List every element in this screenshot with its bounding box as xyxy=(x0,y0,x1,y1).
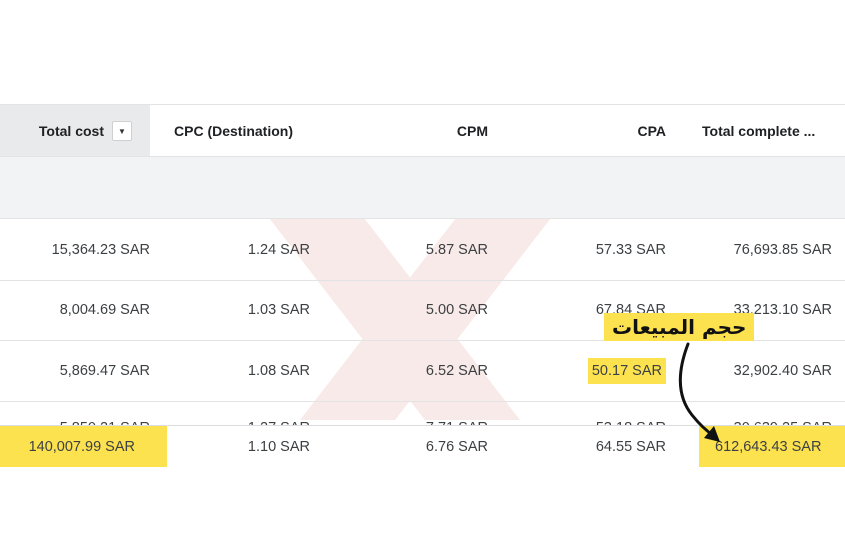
total-cost-cell: 5,869.47 SAR xyxy=(59,362,150,379)
cpm-cell: 5.00 SAR xyxy=(425,301,488,318)
cpc-total: 1.10 SAR xyxy=(247,438,310,455)
total-cost-cell: 5,850.21 SAR xyxy=(0,412,150,425)
column-header-cpm[interactable]: CPM xyxy=(310,105,488,157)
table-header-row: Total cost ▼ CPC (Destination) CPM CPA T… xyxy=(0,104,845,157)
column-header-total-complete[interactable]: Total complete ... xyxy=(666,105,845,157)
cpa-cell: 57.33 SAR xyxy=(595,241,666,258)
blank-summary-row xyxy=(0,156,845,219)
cpa-cell: 50.17 SAR xyxy=(488,340,666,401)
total-cost-cell: 8,004.69 SAR xyxy=(59,301,150,318)
cpa-total: 64.55 SAR xyxy=(595,438,666,455)
cpm-cell: 5.87 SAR xyxy=(425,241,488,258)
curved-arrow-icon xyxy=(678,342,720,442)
column-header-cpc[interactable]: CPC (Destination) xyxy=(150,105,310,157)
cpa-cell: 53.18 SAR xyxy=(488,412,666,425)
cpc-cell: 1.03 SAR xyxy=(247,301,310,318)
sort-dropdown-icon[interactable]: ▼ xyxy=(112,121,132,141)
total-cost-total-highlighted: 140,007.99 SAR xyxy=(0,426,167,467)
cpa-highlight: 50.17 SAR xyxy=(587,357,666,384)
cpm-cell: 6.52 SAR xyxy=(425,362,488,379)
table-row: 15,364.23 SAR 1.24 SAR 5.87 SAR 57.33 SA… xyxy=(0,218,845,281)
cpc-cell: 1.08 SAR xyxy=(247,362,310,379)
cpc-cell: 1.27 SAR xyxy=(150,412,310,425)
sales-volume-annotation: حجم المبيعات xyxy=(604,313,755,341)
cpm-total: 6.76 SAR xyxy=(425,438,488,455)
cpm-cell: 7.71 SAR xyxy=(310,412,488,425)
column-header-total-cost[interactable]: Total cost ▼ xyxy=(0,105,150,157)
cpc-cell: 1.24 SAR xyxy=(247,241,310,258)
total-complete-cell: 76,693.85 SAR xyxy=(733,241,832,258)
total-cost-cell: 15,364.23 SAR xyxy=(51,241,150,258)
column-header-cpa[interactable]: CPA xyxy=(488,105,666,157)
